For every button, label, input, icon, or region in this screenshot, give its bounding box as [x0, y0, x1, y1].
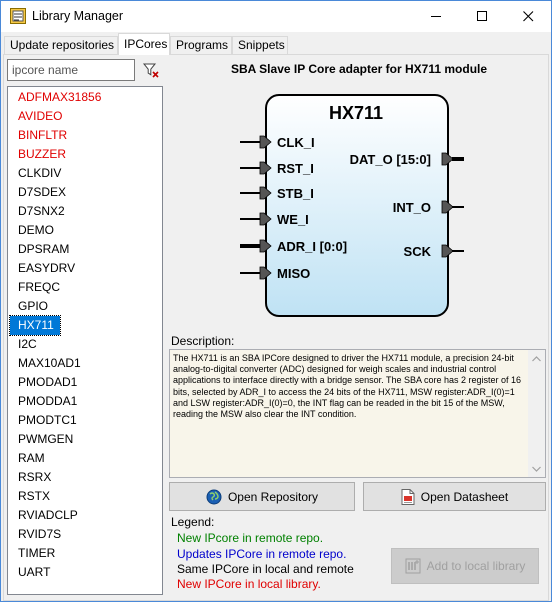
- minimize-icon: [430, 16, 441, 17]
- output-pin-label: INT_O: [393, 200, 431, 215]
- list-item[interactable]: PMODAD1: [10, 373, 83, 392]
- list-item[interactable]: GPIO: [10, 297, 54, 316]
- list-item[interactable]: BUZZER: [10, 145, 72, 164]
- description-box[interactable]: The HX711 is an SBA IPCore designed to d…: [169, 349, 546, 478]
- input-pin-label: CLK_I: [277, 135, 315, 150]
- list-item[interactable]: RAM: [10, 449, 51, 468]
- ipcore-block-diagram: HX711 CLK_I RST_I STB_I WE_I ADR_I [0:0] MISO…: [240, 94, 464, 317]
- add-to-local-label: Add to local library: [426, 559, 526, 573]
- tab-label: Programs: [176, 38, 229, 52]
- open-datasheet-label: Open Datasheet: [420, 489, 509, 504]
- list-item[interactable]: MAX10AD1: [10, 354, 87, 373]
- tab-strip: Update repositories IPCores Programs Sni…: [1, 32, 551, 55]
- block-name: HX711: [329, 103, 383, 123]
- close-button[interactable]: [505, 1, 551, 32]
- description-scrollbar[interactable]: [528, 350, 545, 477]
- list-item[interactable]: DEMO: [10, 221, 60, 240]
- list-item[interactable]: EASYDRV: [10, 259, 81, 278]
- clear-filter-button[interactable]: [140, 59, 162, 81]
- list-item[interactable]: RVID7S: [10, 525, 67, 544]
- legend-same: Same IPCore in local and remote: [177, 562, 354, 576]
- tab-snippets[interactable]: Snippets: [232, 36, 288, 54]
- ipcore-filter-input[interactable]: [7, 59, 135, 81]
- core-heading: SBA Slave IP Core adapter for HX711 modu…: [230, 62, 488, 76]
- open-repository-button[interactable]: Open Repository: [169, 482, 355, 511]
- input-pin-label: WE_I: [277, 212, 309, 227]
- minimize-button[interactable]: [413, 1, 459, 32]
- list-item[interactable]: TIMER: [10, 544, 61, 563]
- description-label: Description:: [171, 334, 235, 348]
- tab-label: IPCores: [124, 37, 168, 51]
- output-pin-arrow: [441, 200, 454, 214]
- list-item[interactable]: RVIADCLP: [10, 506, 84, 525]
- add-library-icon: [405, 558, 421, 574]
- open-repository-label: Open Repository: [227, 489, 319, 504]
- close-icon: [522, 11, 533, 22]
- output-pin-label: SCK: [404, 244, 432, 259]
- input-pin-label: STB_I: [277, 186, 314, 201]
- list-item[interactable]: ADFMAX31856: [10, 88, 107, 107]
- add-to-local-library-button[interactable]: Add to local library: [391, 548, 539, 584]
- pdf-document-icon: [401, 488, 415, 505]
- globe-icon: [206, 489, 222, 505]
- window-title: Library Manager: [32, 9, 124, 23]
- ipcore-list[interactable]: ADFMAX31856 AVIDEO BINFLTR BUZZER CLKDIV D7SD…: [7, 86, 163, 595]
- legend-updates-remote: Updates IPCore in remote repo.: [177, 547, 347, 561]
- list-item[interactable]: AVIDEO: [10, 107, 68, 126]
- legend-title: Legend:: [171, 515, 215, 529]
- tab-programs[interactable]: Programs: [170, 36, 232, 54]
- list-item[interactable]: UART: [10, 563, 56, 582]
- list-item[interactable]: RSTX: [10, 487, 56, 506]
- legend-new-local: New IPCore in local library.: [177, 577, 321, 591]
- list-item[interactable]: CLKDIV: [10, 164, 67, 183]
- list-item[interactable]: PWMGEN: [10, 430, 79, 449]
- maximize-icon: [476, 11, 487, 21]
- clear-filter-icon: [142, 63, 159, 78]
- title-bar: Library Manager: [1, 1, 551, 32]
- maximize-button[interactable]: [459, 1, 505, 32]
- library-manager-window: Library Manager Update repositories IPCo…: [0, 0, 552, 602]
- output-pin-arrow: [441, 244, 454, 258]
- chevron-down-icon: [532, 466, 541, 472]
- input-pin-label: MISO: [277, 266, 310, 281]
- list-item[interactable]: BINFLTR: [10, 126, 73, 145]
- output-pin-label: DAT_O [15:0]: [350, 152, 431, 167]
- list-item[interactable]: DPSRAM: [10, 240, 75, 259]
- list-item[interactable]: I2C: [10, 335, 43, 354]
- list-item[interactable]: D7SNX2: [10, 202, 71, 221]
- legend-new-remote: New IPcore in remote repo.: [177, 531, 324, 545]
- tab-update-repositories[interactable]: Update repositories: [4, 36, 118, 54]
- list-item[interactable]: HX711: [9, 315, 61, 336]
- input-pin-label: ADR_I [0:0]: [277, 239, 347, 254]
- tab-label: Snippets: [238, 38, 285, 52]
- chevron-up-icon: [532, 355, 541, 361]
- output-pin-arrow: [441, 152, 454, 166]
- list-item[interactable]: FREQC: [10, 278, 66, 297]
- list-item[interactable]: PMODTC1: [10, 411, 83, 430]
- input-pin-label: RST_I: [277, 161, 314, 176]
- scroll-down-button[interactable]: [528, 460, 545, 477]
- app-icon: [10, 8, 26, 24]
- tab-label: Update repositories: [10, 38, 115, 52]
- description-text: The HX711 is an SBA IPCore designed to d…: [173, 353, 522, 420]
- scroll-up-button[interactable]: [528, 350, 545, 367]
- tab-ipcores[interactable]: IPCores: [118, 33, 170, 55]
- open-datasheet-button[interactable]: Open Datasheet: [363, 482, 546, 511]
- list-item[interactable]: D7SDEX: [10, 183, 72, 202]
- list-item[interactable]: PMODDA1: [10, 392, 83, 411]
- list-item[interactable]: RSRX: [10, 468, 57, 487]
